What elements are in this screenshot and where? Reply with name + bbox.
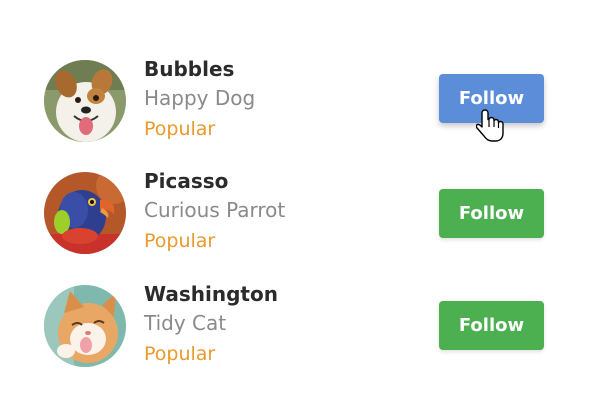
popular-badge: Popular xyxy=(144,343,216,365)
list-item: Picasso Curious Parrot Popular Follow xyxy=(0,166,590,262)
parrot-avatar[interactable] xyxy=(44,172,126,254)
list-item: Bubbles Happy Dog Popular Follow xyxy=(0,54,590,150)
parrot-avatar-image xyxy=(44,172,126,254)
user-list: Bubbles Happy Dog Popular Follow Picasso… xyxy=(0,0,590,420)
dog-avatar[interactable] xyxy=(44,60,126,142)
user-subtitle: Curious Parrot xyxy=(144,198,286,222)
user-name: Picasso xyxy=(144,169,229,193)
cat-avatar-image xyxy=(44,285,126,367)
user-name: Bubbles xyxy=(144,57,235,81)
user-subtitle: Tidy Cat xyxy=(144,311,227,335)
follow-button[interactable]: Follow xyxy=(439,301,544,350)
popular-badge: Popular xyxy=(144,118,216,140)
follow-button[interactable]: Follow xyxy=(439,74,544,123)
user-info: Picasso Curious Parrot Popular xyxy=(144,168,285,255)
user-info: Washington Tidy Cat Popular xyxy=(144,281,278,368)
follow-button[interactable]: Follow xyxy=(439,189,544,238)
user-subtitle: Happy Dog xyxy=(144,86,256,110)
user-name: Washington xyxy=(144,282,278,306)
user-info: Bubbles Happy Dog Popular xyxy=(144,56,255,143)
popular-badge: Popular xyxy=(144,230,216,252)
dog-avatar-image xyxy=(44,60,126,142)
list-item: Washington Tidy Cat Popular Follow xyxy=(0,279,590,375)
cat-avatar[interactable] xyxy=(44,285,126,367)
